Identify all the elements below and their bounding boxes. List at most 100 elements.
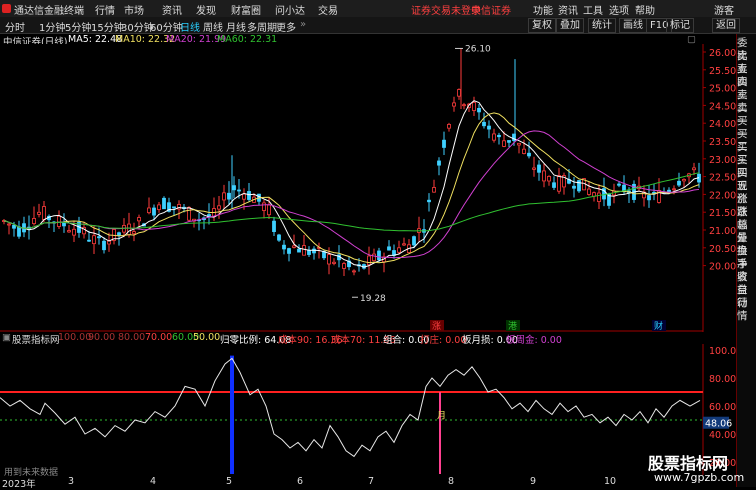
candle-body: [432, 187, 436, 193]
price-tick-label: 23.50: [709, 137, 736, 148]
level-80: 80.00: [118, 332, 146, 343]
candle-body: [372, 253, 376, 262]
candle-body: [97, 236, 101, 239]
candle-body: [242, 193, 246, 200]
candle-body: [132, 231, 136, 235]
candle-body: [402, 243, 406, 246]
menu-gongju[interactable]: 工具: [583, 2, 603, 17]
indicator-chart[interactable]: 100.080.0060.0040.0020.0048.06 月: [0, 344, 736, 475]
candle-body: [447, 124, 451, 129]
indicator-icon[interactable]: ▣: [2, 332, 11, 343]
app-title: 通达信金融终端: [14, 6, 84, 17]
date-label-6: 6: [297, 476, 304, 487]
date-label-10: 10: [604, 476, 617, 487]
price-tick-label: 24.50: [709, 101, 736, 112]
candle-body: [32, 218, 36, 225]
tag-gang: 港: [508, 320, 517, 332]
candle-body: [262, 202, 266, 211]
tab-multi-period[interactable]: 多周期: [247, 19, 277, 34]
price-tick-label: 25.00: [709, 84, 736, 95]
candle-body: [227, 192, 231, 200]
ind-tick-label: 40.00: [709, 430, 736, 441]
candle-body: [497, 134, 501, 138]
tab-fenshi[interactable]: 分时: [5, 19, 25, 34]
menu-bangzhu[interactable]: 帮助: [635, 2, 655, 17]
candle-body: [307, 250, 311, 255]
tab-1min[interactable]: 1分钟: [39, 19, 65, 34]
candle-body: [247, 191, 251, 200]
candle-body: [127, 223, 131, 236]
month-tag: 月: [437, 411, 446, 422]
candle-body: [67, 230, 71, 233]
tab-60min[interactable]: 60分钟: [150, 19, 183, 34]
price-tick-label: 26.00: [709, 48, 736, 59]
quote-side-panel: 委比 卖五 卖四 卖三 卖二 卖一 买一 买二 买三 买四 买五 现价 涨跌 涨幅 总量 外盘 换手 净资 收益 自动…: [736, 34, 756, 487]
menu-gongneng[interactable]: 功能: [533, 2, 553, 17]
candle-body: [152, 207, 156, 216]
candle-body: [502, 140, 506, 147]
candle-body: [292, 245, 296, 248]
tab-daily[interactable]: 日线: [180, 19, 200, 34]
broker-name[interactable]: 中信证券: [471, 2, 511, 17]
candle-body: [342, 263, 346, 269]
tab-weekly[interactable]: 周线: [203, 19, 223, 34]
huaxian-button[interactable]: 画线: [619, 18, 647, 33]
tab-more[interactable]: 更多: [276, 19, 296, 34]
candle-body: [682, 179, 686, 182]
menu-zixun[interactable]: 资讯: [162, 2, 182, 17]
menu-xuanxiang[interactable]: 选项: [609, 2, 629, 17]
menu-hangqing[interactable]: 行情: [95, 2, 115, 17]
candle-body: [437, 160, 441, 166]
candle-body: [517, 142, 521, 146]
date-label-year: 2023年: [2, 479, 36, 490]
user-label[interactable]: 游客: [714, 2, 734, 17]
tab-30min[interactable]: 30分钟: [121, 19, 154, 34]
candle-body: [157, 204, 161, 210]
price-tick-label: 21.00: [709, 226, 736, 237]
price-tick-label: 22.00: [709, 190, 736, 201]
candle-body: [542, 170, 546, 182]
candle-body: [327, 254, 331, 265]
candle-body: [487, 125, 491, 130]
candle-body: [287, 248, 291, 254]
price-tick-label: 24.00: [709, 119, 736, 130]
candle-body: [597, 192, 601, 202]
period-toolbar: 分时 1分钟 5分钟 15分钟 30分钟 60分钟 日线 周线 月线 多周期 更…: [0, 17, 756, 34]
fuquan-button[interactable]: 复权: [528, 18, 556, 33]
side-item-20: 行情: [737, 297, 748, 322]
menu-wenxiaoda[interactable]: 问小达: [275, 2, 305, 17]
candle-body: [572, 185, 576, 189]
candle-body: [62, 222, 66, 227]
tab-15min[interactable]: 15分钟: [91, 19, 124, 34]
date-label-8: 8: [448, 476, 455, 487]
candle-body: [272, 220, 276, 232]
candle-body: [677, 180, 681, 186]
menu-shichang[interactable]: 市场: [124, 2, 144, 17]
tongji-button[interactable]: 统计: [588, 18, 616, 33]
price-tick-label: 21.50: [709, 208, 736, 219]
menu-zixun-right[interactable]: 资讯: [558, 2, 578, 17]
candle-body: [492, 133, 496, 141]
tag-cai: 财: [654, 320, 663, 332]
candle-body: [457, 89, 461, 97]
biaoji-button[interactable]: 标记: [666, 18, 694, 33]
fanhui-button[interactable]: 返回: [712, 18, 740, 33]
ind-tick-label: 80.00: [709, 374, 736, 385]
candle-body: [507, 140, 511, 143]
indicator-header: ▣ 股票指标网 100.00 90.00 80.00 70.00 60.00 5…: [0, 332, 736, 346]
high-label: 26.10: [465, 44, 491, 54]
chevron-right-icon[interactable]: »: [300, 19, 306, 30]
diejia-button[interactable]: 叠加: [556, 18, 584, 33]
candle-body: [397, 247, 401, 253]
tab-monthly[interactable]: 月线: [226, 19, 246, 34]
menu-faxian[interactable]: 发现: [196, 2, 216, 17]
candle-body: [557, 175, 561, 192]
candle-body: [352, 270, 356, 273]
tab-5min[interactable]: 5分钟: [65, 19, 91, 34]
menu-jiaoyi[interactable]: 交易: [318, 2, 338, 17]
candle-body: [427, 199, 431, 203]
menu-caifuquan[interactable]: 财富圈: [231, 2, 261, 17]
candle-body: [452, 102, 456, 107]
price-chart[interactable]: 26.00 25.50 25.00 24.50 24.00 23.50 23.00 22.50…: [0, 44, 736, 332]
candle-body: [172, 206, 176, 209]
